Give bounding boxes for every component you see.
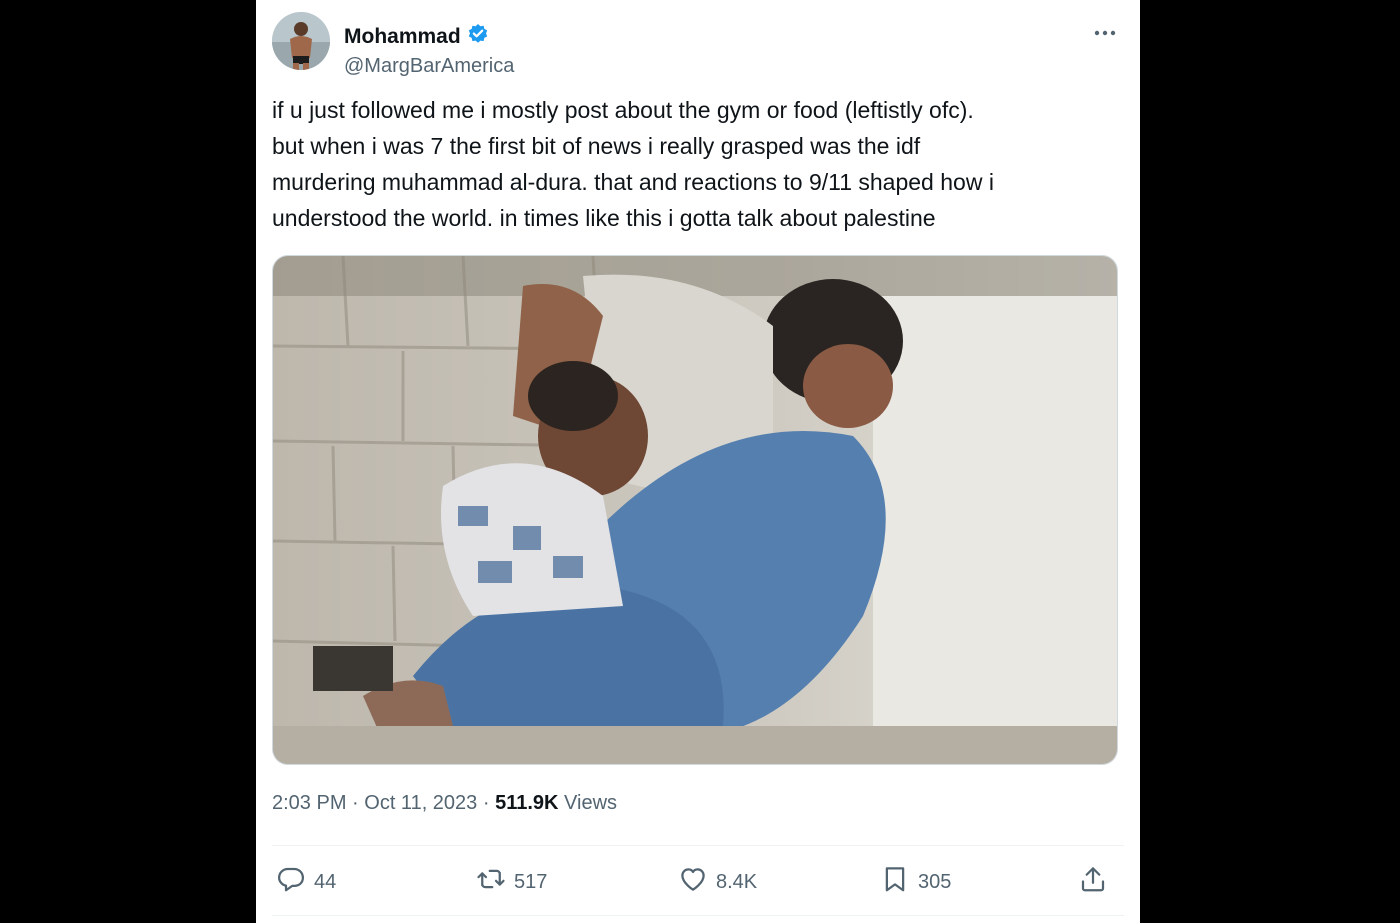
divider (272, 915, 1124, 916)
bookmark-button[interactable]: 305 (880, 860, 951, 904)
display-name[interactable]: Mohammad (344, 23, 489, 51)
views-count: 511.9K (495, 792, 559, 814)
bookmark-count: 305 (918, 870, 952, 893)
repost-icon (476, 864, 506, 900)
share-icon (1078, 864, 1108, 900)
tweet-text: if u just followed me i mostly post abou… (272, 97, 994, 231)
divider (272, 845, 1124, 846)
views-label: Views (558, 792, 618, 814)
meta-separator: · (346, 792, 365, 814)
avatar[interactable] (272, 12, 330, 70)
tweet-photo[interactable] (272, 255, 1118, 765)
repost-count: 517 (514, 870, 548, 893)
like-button[interactable]: 8.4K (678, 860, 757, 904)
tweet-header: Mohammad @MargBarAmerica (272, 10, 1124, 77)
repost-button[interactable]: 517 (476, 860, 547, 904)
bookmark-icon (880, 864, 910, 900)
reply-icon (276, 864, 306, 900)
user-handle[interactable]: @MargBarAmerica (344, 55, 514, 78)
reply-button[interactable]: 44 (276, 860, 336, 904)
tweet-meta: 2:03 PM · Oct 11, 2023 · 511.9K Views (272, 792, 617, 815)
tweet-time[interactable]: 2:03 PM (272, 792, 346, 814)
display-name-text: Mohammad (344, 25, 461, 48)
action-bar: 44 517 8.4K 305 (272, 860, 1124, 904)
reply-count: 44 (314, 870, 337, 893)
more-options-icon[interactable] (1090, 18, 1120, 48)
like-count: 8.4K (716, 870, 758, 893)
verified-badge-icon (467, 23, 489, 51)
tweet-card: Mohammad @MargBarAmerica if u just follo… (256, 0, 1140, 923)
share-button[interactable] (1078, 860, 1108, 904)
tweet-date[interactable]: Oct 11, 2023 (364, 792, 477, 814)
meta-separator: · (477, 792, 496, 814)
heart-icon (678, 864, 708, 900)
